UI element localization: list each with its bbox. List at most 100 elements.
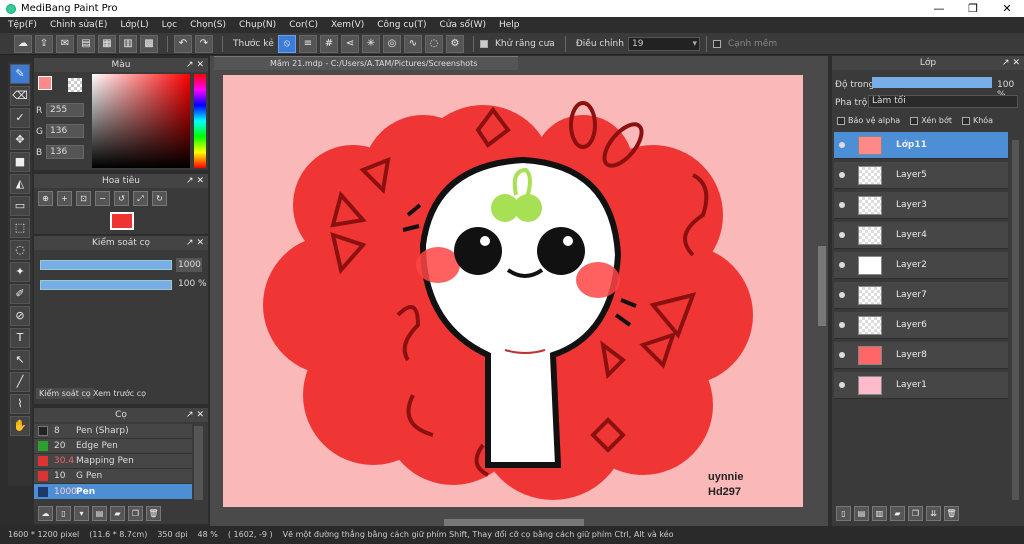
- zoom-in-icon[interactable]: +: [57, 191, 72, 206]
- duplicate-layer-icon[interactable]: ❐: [908, 506, 923, 521]
- comment-icon[interactable]: ▤: [77, 34, 95, 53]
- layer-row[interactable]: Layer1: [834, 372, 1008, 399]
- merge-layer-icon[interactable]: ⇊: [926, 506, 941, 521]
- brush-item-selected[interactable]: 1000 Pen: [34, 484, 192, 499]
- dot-tool-icon[interactable]: ✓: [10, 108, 30, 128]
- panel-close-icon[interactable]: ↗ ✕: [186, 58, 204, 72]
- cloud-icon[interactable]: ☁: [14, 34, 32, 53]
- operation-tool-icon[interactable]: ↖: [10, 350, 30, 370]
- actual-size-icon[interactable]: ⊡: [76, 191, 91, 206]
- navigator-thumbnail[interactable]: [110, 212, 134, 230]
- layer-row[interactable]: Layer7: [834, 282, 1008, 309]
- brush-item[interactable]: 8 Pen (Sharp): [34, 424, 192, 439]
- cloud-brush-icon[interactable]: ☁: [38, 506, 53, 521]
- soft-edge-checkbox[interactable]: [712, 39, 721, 48]
- select-eraser-tool-icon[interactable]: ⊘: [10, 306, 30, 326]
- layer-row[interactable]: Layer4: [834, 222, 1008, 249]
- divide-tool-icon[interactable]: ╱: [10, 372, 30, 392]
- adjust-select[interactable]: 19: [627, 36, 700, 51]
- radial-ruler-icon[interactable]: ✳: [361, 34, 380, 53]
- visibility-eye-icon[interactable]: [839, 292, 845, 298]
- eyedropper-tool-icon[interactable]: ⌇: [10, 394, 30, 414]
- select-pen-tool-icon[interactable]: ✐: [10, 284, 30, 304]
- text-tool-icon[interactable]: T: [10, 328, 30, 348]
- close-button[interactable]: ✕: [990, 0, 1024, 17]
- visibility-eye-icon[interactable]: [839, 142, 845, 148]
- magic-wand-tool-icon[interactable]: ✦: [10, 262, 30, 282]
- blend-mode-select[interactable]: Làm tối: [868, 95, 1018, 108]
- visibility-eye-icon[interactable]: [839, 352, 845, 358]
- brush-item[interactable]: 30.4 Mapping Pen: [34, 454, 192, 469]
- transparent-color-swatch[interactable]: [68, 78, 82, 92]
- settings-icon[interactable]: ⚙: [445, 34, 464, 53]
- curve-ruler-icon[interactable]: ∿: [403, 34, 422, 53]
- hand-tool-icon[interactable]: ✋: [10, 416, 30, 436]
- menu-select[interactable]: Chọn(S): [190, 20, 226, 30]
- menu-layer[interactable]: Lớp(L): [120, 20, 148, 30]
- visibility-eye-icon[interactable]: [839, 382, 845, 388]
- visibility-eye-icon[interactable]: [839, 232, 845, 238]
- layer-list-scrollbar[interactable]: [1012, 140, 1019, 500]
- grid-icon[interactable]: ▩: [140, 34, 158, 53]
- redo-icon[interactable]: ↷: [195, 34, 213, 53]
- eraser-tool-icon[interactable]: ⌫: [10, 86, 30, 106]
- brush-opacity-slider[interactable]: [40, 280, 172, 290]
- panels-icon[interactable]: ▥: [119, 34, 137, 53]
- new-folder-icon[interactable]: ▰: [890, 506, 905, 521]
- menu-edit[interactable]: Chỉnh sửa(E): [50, 20, 107, 30]
- visibility-eye-icon[interactable]: [839, 172, 845, 178]
- move-tool-icon[interactable]: ✥: [10, 130, 30, 150]
- visibility-eye-icon[interactable]: [839, 202, 845, 208]
- rotate-left-icon[interactable]: ↺: [114, 191, 129, 206]
- document-tab[interactable]: Mầm 21.mdp - C:/Users/A.TAM/Pictures/Scr…: [214, 56, 518, 70]
- concentric-ruler-icon[interactable]: ◎: [382, 34, 401, 53]
- tab-brush-control[interactable]: Kiểm soát cọ: [36, 388, 94, 399]
- panel-close-icon[interactable]: ↗ ✕: [186, 408, 204, 422]
- menu-color[interactable]: Cor(C): [289, 20, 318, 30]
- panel-close-icon[interactable]: ↗ ✕: [186, 174, 204, 188]
- brush-size-slider[interactable]: [40, 260, 172, 270]
- rotate-right-icon[interactable]: ↻: [152, 191, 167, 206]
- minimize-button[interactable]: —: [922, 0, 956, 17]
- delete-layer-icon[interactable]: 🗑: [944, 506, 959, 521]
- primary-color-swatch[interactable]: [38, 76, 52, 90]
- layer-row[interactable]: Layer2: [834, 252, 1008, 279]
- lasso-tool-icon[interactable]: ◌: [10, 240, 30, 260]
- layer-row-selected[interactable]: Lớp11: [834, 132, 1008, 159]
- menu-tools[interactable]: Công cụ(T): [377, 20, 426, 30]
- b-input[interactable]: 136: [46, 145, 84, 159]
- brush-item[interactable]: 20 Edge Pen: [34, 439, 192, 454]
- gradient-tool-icon[interactable]: ▭: [10, 196, 30, 216]
- fill-shape-tool-icon[interactable]: ■: [10, 152, 30, 172]
- zoom-fit-icon[interactable]: ⊕: [38, 191, 53, 206]
- ellipse-ruler-icon[interactable]: ◌: [424, 34, 443, 53]
- bucket-tool-icon[interactable]: ◭: [10, 174, 30, 194]
- no-ruler-icon[interactable]: ⦸: [277, 34, 296, 53]
- upload-icon[interactable]: ⇪: [35, 34, 53, 53]
- duplicate-brush-icon[interactable]: ❐: [128, 506, 143, 521]
- hue-slider[interactable]: [194, 74, 206, 168]
- menu-file[interactable]: Tệp(F): [8, 20, 37, 30]
- zoom-out-icon[interactable]: −: [95, 191, 110, 206]
- brush-size-value[interactable]: 1000: [176, 258, 202, 272]
- horizontal-scrollbar[interactable]: [444, 519, 584, 526]
- layer-row[interactable]: Layer6: [834, 312, 1008, 339]
- perspective-ruler-icon[interactable]: ⋖: [340, 34, 359, 53]
- clipping-checkbox[interactable]: [910, 116, 919, 125]
- protect-alpha-checkbox[interactable]: [837, 116, 845, 125]
- delete-brush-icon[interactable]: 🗑: [146, 506, 161, 521]
- chat-icon[interactable]: ✉: [56, 34, 74, 53]
- antialias-checkbox[interactable]: [479, 39, 488, 48]
- visibility-eye-icon[interactable]: [839, 262, 845, 268]
- drawing-canvas[interactable]: uynnie Hd297: [223, 75, 803, 507]
- menu-snap[interactable]: Chụp(N): [239, 20, 276, 30]
- new-layer-icon[interactable]: ▯: [836, 506, 851, 521]
- panel-close-icon[interactable]: ↗ ✕: [186, 236, 204, 250]
- new-brush-icon[interactable]: ▯: [56, 506, 71, 521]
- brush-folder-icon[interactable]: ▰: [110, 506, 125, 521]
- layer-opacity-slider[interactable]: [872, 77, 992, 88]
- g-input[interactable]: 136: [46, 124, 84, 138]
- lock-checkbox[interactable]: [961, 116, 970, 125]
- brush-tool-icon[interactable]: ✎: [10, 64, 30, 84]
- r-input[interactable]: 255: [46, 103, 84, 117]
